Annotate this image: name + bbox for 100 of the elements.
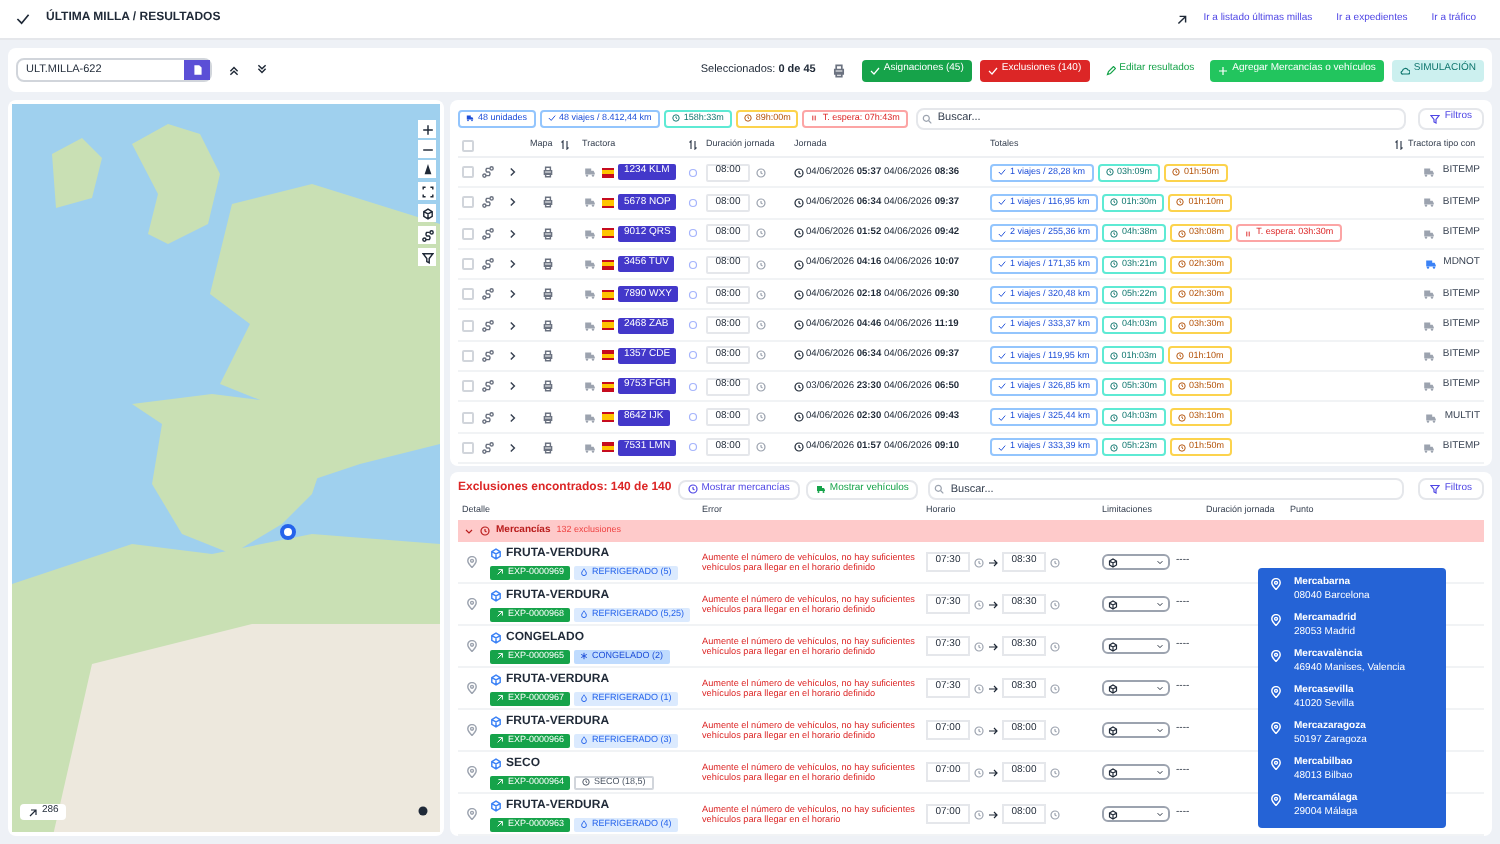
wait-icon — [1177, 443, 1186, 452]
clock-icon — [1050, 809, 1060, 820]
limitations-select[interactable] — [1102, 596, 1170, 613]
row-checkbox[interactable] — [462, 319, 474, 332]
spain-flag-icon — [602, 167, 614, 178]
time-icon — [1110, 229, 1119, 238]
map-tool-button[interactable] — [418, 182, 436, 200]
pin-icon — [466, 766, 478, 779]
time-icon — [671, 114, 680, 122]
map-marker[interactable] — [280, 524, 296, 540]
compass-icon — [421, 163, 433, 175]
clock-icon — [1050, 599, 1060, 610]
zoom-out-button[interactable] — [418, 140, 436, 158]
caret-icon — [1156, 768, 1164, 777]
header-checkbox[interactable] — [462, 139, 474, 151]
arrow-icon — [1175, 13, 1188, 25]
wait-icon — [1176, 198, 1185, 207]
pin-icon — [466, 724, 478, 737]
row-checkbox[interactable] — [462, 349, 474, 362]
caret-icon — [1156, 684, 1164, 693]
clock-icon — [1050, 767, 1060, 778]
route-icon — [482, 288, 494, 301]
printer-icon — [542, 166, 554, 179]
sort-icon — [560, 140, 571, 150]
pin-icon — [466, 598, 478, 611]
arrow-right-icon — [988, 767, 998, 778]
fullscreen-icon — [421, 185, 433, 197]
printer-icon — [542, 349, 554, 362]
clock-icon — [756, 381, 766, 392]
chevron-right-icon — [506, 411, 518, 424]
limitations-select[interactable] — [1102, 806, 1170, 823]
compass-button[interactable] — [418, 160, 436, 178]
row-checkbox[interactable] — [462, 441, 474, 454]
map-tool-button[interactable] — [418, 248, 436, 266]
route-icon — [482, 349, 494, 362]
route-icon — [482, 227, 494, 240]
pin-icon — [466, 640, 478, 653]
pin-icon — [1270, 686, 1282, 698]
button-icon — [869, 65, 880, 75]
caret-icon — [1156, 642, 1164, 651]
clock-icon — [974, 767, 984, 778]
limitations-select[interactable] — [1102, 638, 1170, 655]
wait-icon — [1176, 351, 1185, 360]
route-icon — [482, 411, 494, 424]
row-checkbox[interactable] — [462, 288, 474, 301]
limitations-select[interactable] — [1102, 554, 1170, 571]
clock-icon — [974, 641, 984, 652]
row-checkbox[interactable] — [462, 380, 474, 393]
time-icon — [1110, 382, 1119, 391]
chevron-right-icon — [506, 441, 518, 454]
route-icon — [482, 196, 494, 209]
limitations-select[interactable] — [1102, 680, 1170, 697]
limitations-select[interactable] — [1102, 764, 1170, 781]
clock-icon — [974, 599, 984, 610]
row-checkbox[interactable] — [462, 196, 474, 209]
caret-icon — [1156, 810, 1164, 819]
chevron-right-icon — [506, 288, 518, 301]
clock-icon — [582, 778, 591, 787]
row-checkbox[interactable] — [462, 258, 474, 271]
spain-flag-icon — [602, 259, 614, 270]
pin-icon — [466, 556, 478, 569]
spain-flag-icon — [602, 228, 614, 239]
route-icon — [421, 229, 433, 241]
pin-icon — [466, 682, 478, 695]
spain-flag-icon — [602, 320, 614, 331]
row-checkbox[interactable] — [462, 411, 474, 424]
clock-icon — [1050, 641, 1060, 652]
filter-icon — [421, 251, 433, 263]
button-icon — [987, 65, 998, 75]
clock-icon — [1050, 725, 1060, 736]
chevron-right-icon — [506, 319, 518, 332]
search-icon — [921, 113, 932, 123]
printer-icon — [542, 319, 554, 332]
document-button[interactable] — [184, 60, 210, 80]
printer-icon — [542, 441, 554, 454]
status-dot-icon — [687, 259, 697, 270]
map-tool-button[interactable] — [418, 226, 436, 244]
limitations-select[interactable] — [1102, 722, 1170, 739]
status-dot-icon — [687, 197, 697, 208]
clock-icon — [974, 725, 984, 736]
row-checkbox[interactable] — [462, 227, 474, 240]
spain-flag-icon — [602, 289, 614, 300]
zoom-in-button[interactable] — [418, 120, 436, 138]
sort-icon — [1394, 140, 1404, 150]
time-icon — [1110, 321, 1119, 330]
clock-icon — [756, 289, 766, 300]
spain-flag-icon — [602, 412, 614, 423]
clock-icon — [794, 197, 804, 208]
clock-icon — [756, 167, 766, 178]
row-checkbox[interactable] — [462, 166, 474, 179]
clock-icon — [794, 350, 804, 361]
info-icon — [418, 806, 428, 816]
arrow-right-icon — [988, 557, 998, 568]
time-icon — [1110, 413, 1119, 422]
map-tool-button[interactable] — [418, 204, 436, 222]
pin-icon — [1270, 794, 1282, 806]
printer-icon — [831, 63, 846, 77]
clock-icon — [794, 167, 804, 178]
clock-icon — [794, 381, 804, 392]
route-icon — [482, 166, 494, 179]
